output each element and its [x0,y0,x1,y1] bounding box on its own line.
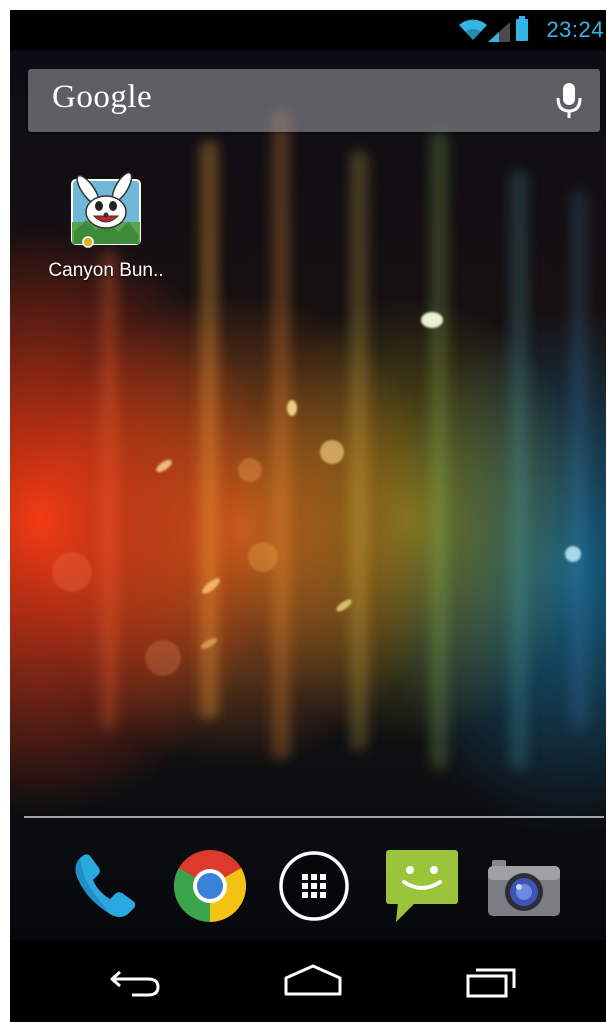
status-bar: 23:24 [10,10,606,50]
home-app-canyon-bunny[interactable]: Canyon Bun.. [40,172,172,282]
google-search-bar[interactable]: Google [28,69,600,132]
navigation-bar [10,940,606,1022]
phone-dock-button[interactable] [66,846,146,926]
wifi-icon [459,19,487,40]
phone-icon [75,854,136,917]
chrome-icon [173,850,247,922]
cell-signal-icon [488,22,510,42]
chrome-dock-button[interactable] [170,846,250,926]
messaging-icon [386,850,458,922]
back-button[interactable] [102,958,172,1004]
dock-divider [24,816,604,818]
google-logo[interactable]: Google [52,79,152,116]
app-label: Canyon Bun.. [48,260,164,281]
microphone-icon[interactable] [552,81,586,121]
home-button[interactable] [278,958,348,1004]
messaging-dock-button[interactable] [382,846,462,926]
recent-apps-button[interactable] [456,958,526,1004]
back-icon [110,970,160,997]
camera-icon [488,860,560,916]
canyon-bunny-app-icon [71,172,141,248]
phone-screen: 23:24 Google Canyon Bun.. [10,10,606,1022]
status-time: 23:24 [546,17,604,42]
battery-icon [516,16,528,41]
camera-dock-button[interactable] [484,846,564,926]
app-drawer-dock-button[interactable] [274,846,354,926]
home-icon [284,964,342,996]
app-drawer-icon [279,851,349,921]
recent-apps-icon [466,968,516,998]
